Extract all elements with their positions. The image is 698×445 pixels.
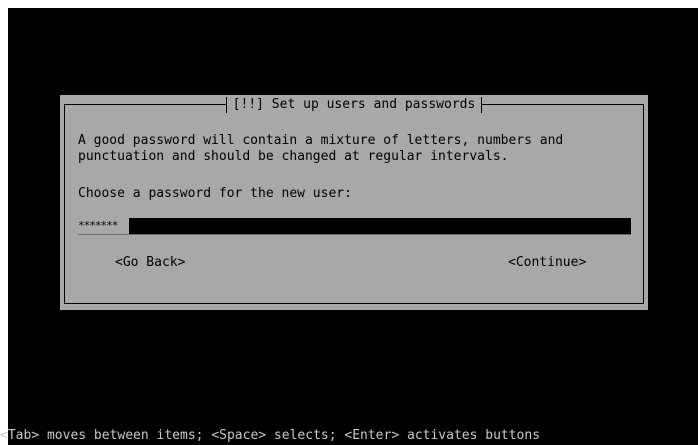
go-back-button[interactable]: <Go Back> [115,255,185,271]
password-prompt: Choose a password for the new user: [78,186,352,201]
setup-users-dialog: [!!] Set up users and passwords A good p… [60,95,648,310]
continue-button[interactable]: <Continue> [508,255,586,271]
dialog-title-wrap: [!!] Set up users and passwords [60,95,648,115]
keyboard-help-text: <Tab> moves between items; <Space> selec… [0,428,541,443]
password-advice-text: A good password will contain a mixture o… [78,133,564,164]
dialog-title: [!!] Set up users and passwords [225,97,483,113]
password-mask: ******* [78,218,129,234]
password-input[interactable]: ******* [78,218,631,235]
